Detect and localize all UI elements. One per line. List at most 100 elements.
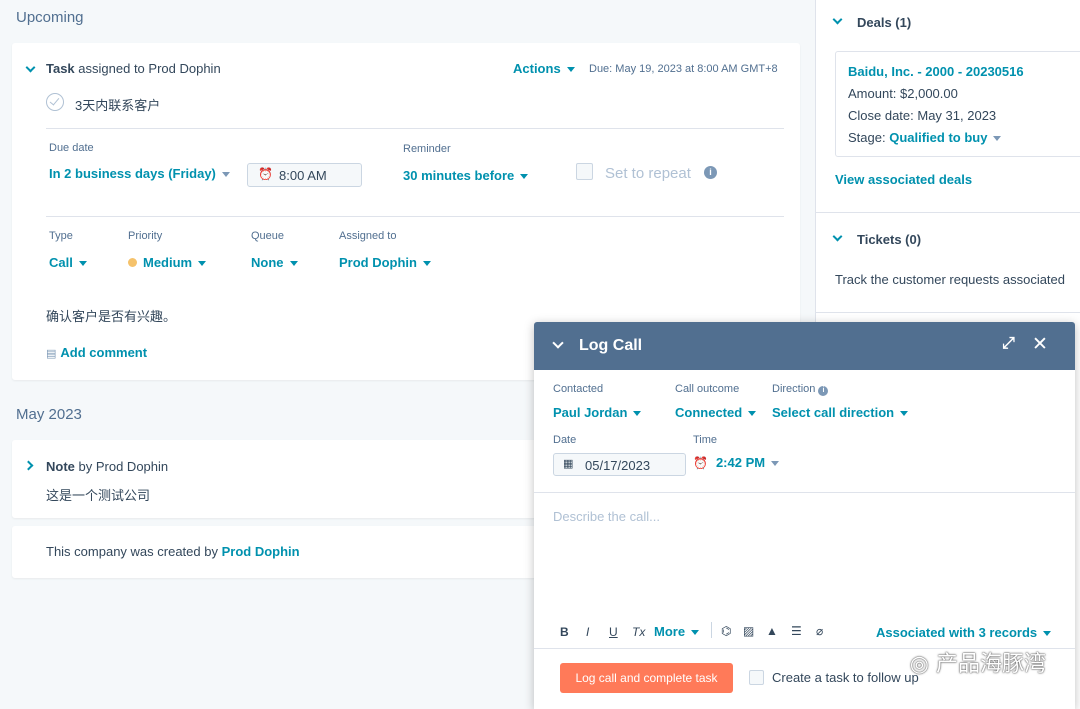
outcome-value: Connected bbox=[675, 405, 743, 420]
date-value: 05/17/2023 bbox=[585, 458, 651, 473]
alarm-clock-icon: ⏰ bbox=[693, 456, 708, 470]
associated-records-dropdown[interactable]: Associated with 3 records bbox=[876, 625, 1052, 640]
direction-label-wrap: Direction i bbox=[772, 383, 829, 396]
log-call-header: Log Call ⤢ ✕ bbox=[534, 322, 1075, 370]
caret-down-icon bbox=[771, 461, 780, 467]
date-label: Date bbox=[553, 434, 577, 446]
direction-value: Select call direction bbox=[772, 405, 895, 420]
underline-button[interactable]: U bbox=[609, 625, 618, 639]
bold-button[interactable]: B bbox=[560, 625, 569, 639]
outcome-dropdown[interactable]: Connected bbox=[675, 405, 757, 420]
note-author: by Prod Dophin bbox=[78, 459, 169, 474]
direction-dropdown[interactable]: Select call direction bbox=[772, 405, 909, 420]
caret-down-icon bbox=[1043, 631, 1052, 637]
create-task-checkbox[interactable] bbox=[749, 670, 764, 685]
divider bbox=[816, 312, 1080, 313]
task-note: 确认客户是否有兴趣。 bbox=[46, 309, 177, 324]
reminder-dropdown[interactable]: 30 minutes before bbox=[403, 168, 529, 183]
repeat-label: Set to repeat bbox=[605, 165, 691, 182]
type-dropdown[interactable]: Call bbox=[49, 255, 87, 270]
created-author-link[interactable]: Prod Dophin bbox=[222, 544, 300, 559]
date-input[interactable]: ▦ 05/17/2023 bbox=[553, 453, 686, 476]
deal-stage-dropdown[interactable]: Qualified to buy bbox=[889, 130, 987, 145]
actions-dropdown[interactable]: Actions bbox=[513, 61, 575, 76]
caret-down-icon bbox=[520, 174, 529, 180]
deal-card: Baidu, Inc. - 2000 - 20230516 Amount: $2… bbox=[835, 51, 1080, 157]
chevron-down-icon[interactable] bbox=[832, 14, 843, 25]
created-text: This company was created by Prod Dophin bbox=[46, 544, 300, 559]
time-dropdown[interactable]: ⏰ 2:42 PM bbox=[693, 455, 780, 470]
assigned-label: Assigned to bbox=[339, 230, 397, 242]
due-date-value: In 2 business days (Friday) bbox=[49, 166, 216, 181]
attachment-icon[interactable]: ⌀ bbox=[816, 624, 823, 638]
view-deals-link[interactable]: View associated deals bbox=[835, 172, 972, 187]
divider bbox=[46, 216, 784, 217]
comment-icon: ▤ bbox=[46, 348, 57, 360]
priority-value: Medium bbox=[143, 255, 193, 270]
watermark-text: 产品海豚湾 bbox=[935, 652, 1046, 677]
priority-dot-icon bbox=[128, 258, 137, 267]
time-value: 2:42 PM bbox=[715, 455, 766, 470]
queue-label: Queue bbox=[251, 230, 285, 242]
deal-amount: Amount: $2,000.00 bbox=[848, 86, 958, 101]
caret-down-icon bbox=[691, 630, 700, 636]
alarm-clock-icon: ⏰ bbox=[258, 167, 273, 181]
due-date-dropdown[interactable]: In 2 business days (Friday) bbox=[49, 166, 230, 181]
snippet-icon[interactable]: ☰ bbox=[791, 624, 802, 638]
log-call-complete-button[interactable]: Log call and complete task bbox=[560, 663, 733, 693]
associated-label: Associated with 3 records bbox=[876, 625, 1038, 640]
reminder-label: Reminder bbox=[403, 143, 451, 155]
deal-stage: Stage: Qualified to buy bbox=[848, 130, 1002, 145]
expand-icon[interactable]: ⤢ bbox=[1002, 335, 1015, 353]
queue-dropdown[interactable]: None bbox=[251, 255, 298, 270]
caret-down-icon bbox=[221, 172, 230, 178]
due-time-input[interactable]: ⏰ 8:00 AM bbox=[247, 163, 362, 187]
chevron-down-icon[interactable] bbox=[552, 337, 564, 349]
tickets-description: Track the customer requests associated bbox=[835, 272, 1066, 287]
type-label: Type bbox=[49, 230, 73, 242]
deal-name-link[interactable]: Baidu, Inc. - 2000 - 20230516 bbox=[848, 64, 1024, 79]
priority-label: Priority bbox=[128, 230, 163, 242]
task-due-text: Due: May 19, 2023 at 8:00 AM GMT+8 bbox=[589, 63, 778, 75]
wechat-watermark: ◎ 产品海豚湾 bbox=[910, 646, 1046, 678]
info-icon[interactable]: i bbox=[704, 166, 717, 179]
outcome-label: Call outcome bbox=[675, 383, 740, 395]
repeat-checkbox[interactable] bbox=[576, 163, 593, 180]
assigned-dropdown[interactable]: Prod Dophin bbox=[339, 255, 431, 270]
calendar-icon: ▦ bbox=[563, 458, 574, 470]
knowledge-icon[interactable]: ▲ bbox=[766, 624, 778, 638]
deal-close-date: Close date: May 31, 2023 bbox=[848, 108, 997, 123]
task-complete-checkbox[interactable] bbox=[46, 93, 64, 111]
personalize-icon[interactable]: ⌬ bbox=[721, 624, 731, 638]
italic-button[interactable]: I bbox=[586, 625, 589, 639]
create-task-label: Create a task to follow up bbox=[772, 670, 919, 685]
add-comment-button[interactable]: ▤ Add comment bbox=[46, 345, 147, 360]
month-heading: May 2023 bbox=[16, 406, 82, 423]
contacted-dropdown[interactable]: Paul Jordan bbox=[553, 405, 642, 420]
info-icon[interactable]: i bbox=[818, 386, 829, 396]
close-icon[interactable]: ✕ bbox=[1032, 333, 1048, 356]
deals-section-title[interactable]: Deals (1) bbox=[857, 15, 911, 30]
caret-down-icon bbox=[748, 411, 757, 417]
wechat-icon: ◎ bbox=[909, 652, 929, 677]
chevron-down-icon[interactable] bbox=[25, 62, 36, 73]
more-dropdown[interactable]: More bbox=[654, 624, 700, 639]
reminder-value: 30 minutes before bbox=[403, 168, 515, 183]
describe-call-input[interactable]: Describe the call... bbox=[553, 509, 660, 524]
image-icon[interactable]: ▨ bbox=[743, 624, 754, 638]
tickets-section-title[interactable]: Tickets (0) bbox=[857, 232, 921, 247]
caret-down-icon bbox=[566, 67, 575, 73]
chevron-down-icon[interactable] bbox=[832, 231, 843, 242]
caret-down-icon bbox=[633, 411, 642, 417]
task-header: Task assigned to Prod Dophin bbox=[46, 61, 221, 76]
priority-dropdown[interactable]: Medium bbox=[128, 255, 207, 270]
caret-down-icon bbox=[198, 261, 207, 267]
deal-stage-label: Stage: bbox=[848, 130, 886, 145]
task-type: Task bbox=[46, 61, 75, 76]
created-prefix: This company was created by bbox=[46, 544, 218, 559]
chevron-right-icon[interactable] bbox=[23, 460, 34, 471]
assigned-value: Prod Dophin bbox=[339, 255, 417, 270]
more-label: More bbox=[654, 624, 686, 639]
clear-format-button[interactable]: Tx bbox=[632, 625, 645, 639]
actions-label: Actions bbox=[513, 61, 561, 76]
